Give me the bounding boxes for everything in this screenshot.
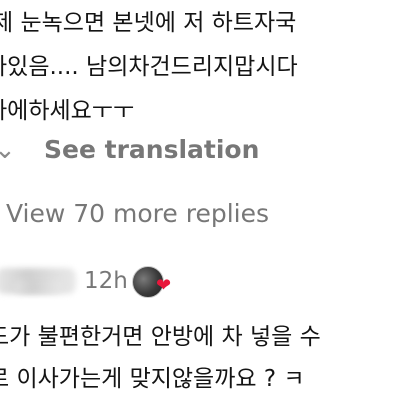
- view-more-replies-link[interactable]: View 70 more replies: [6, 196, 269, 232]
- reply-text-line-2: 로 이사가는게 맞지않을까요 ? ㅋ: [0, 366, 305, 392]
- see-translation-row[interactable]: ⌄ See translation: [0, 132, 400, 168]
- comment-text-line-3: 라에하세요ㅜㅜ: [0, 98, 135, 124]
- comment-text-line-2: 나있음.... 남의차건드리지맙시다: [0, 54, 298, 80]
- redacted-username-detail: [14, 280, 62, 294]
- view-more-replies-row[interactable]: View 70 more replies: [0, 196, 400, 232]
- comment-text-line-1: 제 눈녹으면 본넷에 저 하트자국: [0, 10, 297, 36]
- see-translation-link[interactable]: See translation: [44, 132, 259, 168]
- heart-icon: ❤: [156, 275, 172, 296]
- reply-timestamp: 12h: [84, 268, 128, 294]
- chevron-icon: ⌄: [0, 135, 16, 165]
- reply-header: 12h ❤: [0, 262, 400, 306]
- reply-text-line-1: 드가 불편한거면 안방에 차 넣을 수: [0, 324, 321, 350]
